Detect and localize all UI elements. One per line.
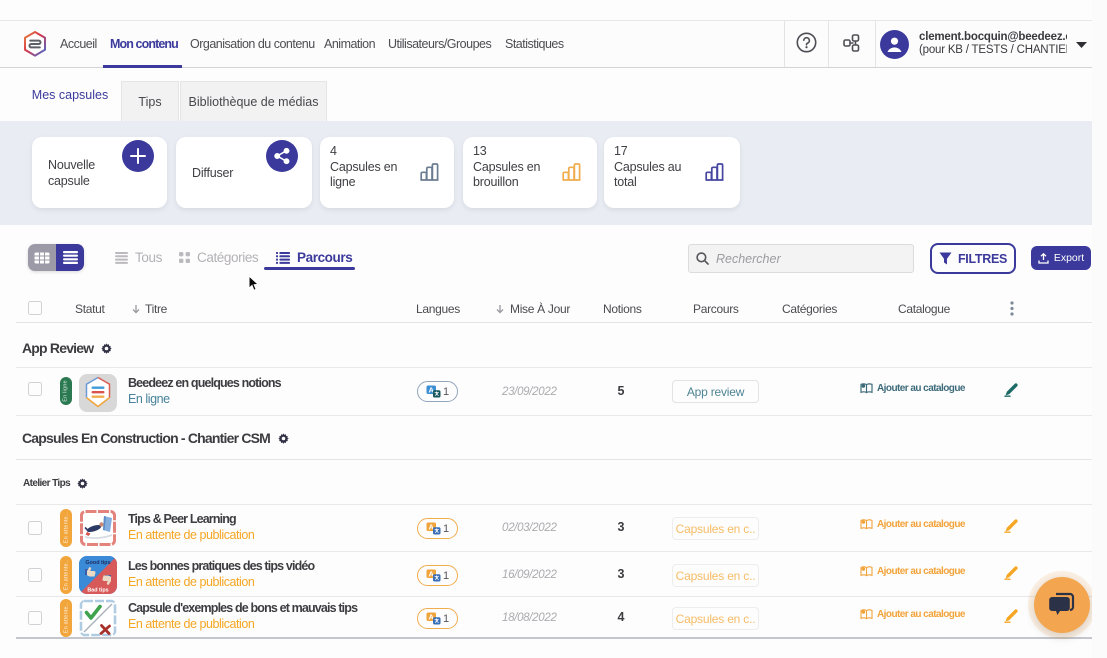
svg-text:Bad tips: Bad tips xyxy=(87,588,108,594)
svg-text:Good tips: Good tips xyxy=(85,560,110,566)
